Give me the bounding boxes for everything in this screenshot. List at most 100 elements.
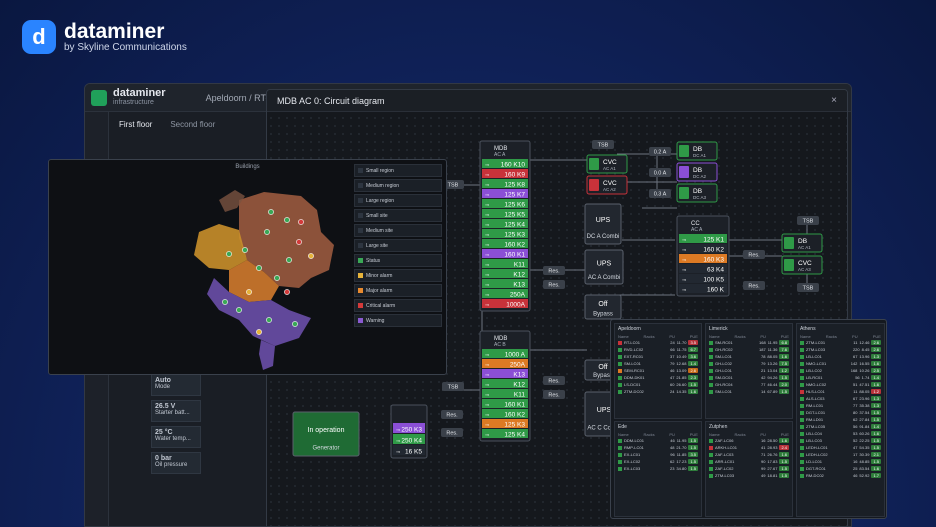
table-row[interactable]: GH-RC02 187 11.36 7.6 bbox=[706, 346, 792, 353]
site-pin[interactable] bbox=[284, 289, 290, 295]
site-pin[interactable] bbox=[226, 251, 232, 257]
site-pin[interactable] bbox=[266, 317, 272, 323]
table-row[interactable]: ZTM-LC05 56 91.84 1.4 bbox=[797, 423, 884, 430]
legend-item[interactable]: Medium site bbox=[354, 224, 442, 237]
legend-item[interactable]: Major alarm bbox=[354, 284, 442, 297]
site-pin[interactable] bbox=[256, 329, 262, 335]
site-pin[interactable] bbox=[242, 247, 248, 253]
table-row[interactable]: ZTM-LC03 220 8.45 2.6 bbox=[797, 346, 884, 353]
site-pin[interactable] bbox=[246, 289, 252, 295]
tsb-tag-2[interactable]: TSB bbox=[592, 140, 614, 149]
tab-second-floor[interactable]: Second floor bbox=[170, 120, 215, 129]
amp-label-1[interactable]: 0.2 A bbox=[649, 147, 671, 156]
table-row[interactable]: ZTM-DC02 24 14.35 1.6 bbox=[615, 388, 701, 395]
table-row[interactable]: SM-LC01 78 88.05 1.6 bbox=[706, 353, 792, 360]
site-pin[interactable] bbox=[298, 219, 304, 225]
cvc-ac-a1-node[interactable]: CVCAC A1 bbox=[586, 154, 628, 174]
db-dc-a1-node[interactable]: DBDC A1 bbox=[676, 141, 718, 161]
table-row[interactable]: LB-LC02 168 10.26 2.5 bbox=[797, 367, 884, 374]
netherlands-map[interactable] bbox=[49, 160, 349, 375]
table-row[interactable]: RM-DC02 46 52.92 1.7 bbox=[797, 472, 884, 479]
table-row[interactable]: SM-LC01 14 67.89 1.5 bbox=[706, 388, 792, 395]
site-pin[interactable] bbox=[268, 209, 274, 215]
res-tag-8[interactable]: Res. bbox=[441, 428, 463, 437]
table-row[interactable]: EX-LC02 62 17.23 1.5 bbox=[615, 458, 701, 465]
site-pin[interactable] bbox=[264, 229, 270, 235]
table-row[interactable]: LEDH-LC02 17 30.39 2.1 bbox=[797, 451, 884, 458]
mdb-ac-b-panel[interactable]: MDBAC B1000 A⊸250A⊸K13⊸K12⊸K11⊸160 K1⊸16… bbox=[479, 330, 531, 442]
cvc-ac-a3-node[interactable]: CVCAC A3 bbox=[781, 255, 823, 275]
table-row[interactable]: DGT-RC01 25 83.54 1.6 bbox=[797, 465, 884, 472]
tab-first-floor[interactable]: First floor bbox=[119, 120, 152, 129]
table-row[interactable]: SM-LC01 79 12.68 1.4 bbox=[615, 360, 701, 367]
legend-item[interactable]: Large region bbox=[354, 194, 442, 207]
mdb-ac-a-panel[interactable]: MDBAC A160 K10⊸160 K9⊸125 K8⊸125 K7⊸125 … bbox=[479, 140, 531, 312]
table-row[interactable]: DDM-LC01 46 11.95 1.5 bbox=[615, 437, 701, 444]
table-row[interactable]: RVD-LC02 66 11.75 6.7 bbox=[615, 346, 701, 353]
legend-item[interactable]: Minor alarm bbox=[354, 269, 442, 282]
table-row[interactable]: RT-LC01 24 11.70 3.5 bbox=[615, 339, 701, 346]
site-pin[interactable] bbox=[292, 321, 298, 327]
amp-label-3[interactable]: 0.3 A bbox=[649, 189, 671, 198]
db-dc-a2-node[interactable]: DBDC A2 bbox=[676, 162, 718, 182]
table-row[interactable]: HLS-LC01 11 88.05 1.2 bbox=[797, 388, 884, 395]
table-row[interactable]: RM-LD01 62 27.84 1.5 bbox=[797, 416, 884, 423]
legend-item[interactable]: Medium region bbox=[354, 179, 442, 192]
amp-label-2[interactable]: 0.0 A bbox=[649, 168, 671, 177]
site-pin[interactable] bbox=[284, 217, 290, 223]
region-west[interactable] bbox=[194, 224, 247, 270]
bypass-switch-1[interactable]: Off Bypass bbox=[584, 294, 622, 320]
site-pin[interactable] bbox=[222, 299, 228, 305]
table-row[interactable]: RM-LC01 77 35.38 1.3 bbox=[797, 402, 884, 409]
table-row[interactable]: DGT-LC01 80 37.54 1.5 bbox=[797, 409, 884, 416]
table-row[interactable]: ZAF-LC06 16 28.50 1.6 bbox=[706, 437, 792, 444]
table-row[interactable]: ZAF-LC02 99 27.67 1.5 bbox=[706, 465, 792, 472]
table-row[interactable]: EX-LC03 23 34.80 1.5 bbox=[615, 465, 701, 472]
res-tag-1[interactable]: Res. bbox=[543, 266, 565, 275]
table-row[interactable]: NMO-LC01 142 16.55 1.6 bbox=[797, 360, 884, 367]
legend-item[interactable]: Small site bbox=[354, 209, 442, 222]
site-pin[interactable] bbox=[256, 265, 262, 271]
ups-dc-a-combi[interactable]: UPS DC A Combi bbox=[584, 203, 622, 245]
site-pin[interactable] bbox=[236, 307, 242, 313]
table-row[interactable]: ZTM-LC03 49 18.81 1.5 bbox=[706, 472, 792, 479]
legend-item[interactable]: Small region bbox=[354, 164, 442, 177]
res-tag-6[interactable]: Res. bbox=[543, 390, 565, 399]
table-row[interactable]: LS-DC01 60 26.60 1.5 bbox=[615, 381, 701, 388]
legend-item[interactable]: Large site bbox=[354, 239, 442, 252]
res-tag-2[interactable]: Res. bbox=[543, 280, 565, 289]
table-row[interactable]: ALS-LC03 67 23.96 1.3 bbox=[797, 395, 884, 402]
db-ac-a1-node[interactable]: DBAC A1 bbox=[781, 233, 823, 253]
table-row[interactable]: ARKH-LC01 41 28.93 2.4 bbox=[706, 444, 792, 451]
table-row[interactable]: GH-RC04 77 46.44 2.0 bbox=[706, 381, 792, 388]
ups-ac-a-combi[interactable]: UPS AC A Combi bbox=[584, 249, 624, 285]
legend-item[interactable]: Status bbox=[354, 254, 442, 267]
table-row[interactable]: LEDH-LC01 47 54.35 1.5 bbox=[797, 444, 884, 451]
table-row[interactable]: SM-RC01 168 11.95 6.8 bbox=[706, 339, 792, 346]
tsb-tag-5[interactable]: TSB bbox=[442, 382, 464, 391]
res-tag-3[interactable]: Res. bbox=[743, 250, 765, 259]
table-row[interactable]: GH-LC01 21 13.04 1.2 bbox=[706, 367, 792, 374]
table-row[interactable]: ZAF-LC03 71 26.76 1.6 bbox=[706, 451, 792, 458]
res-tag-7[interactable]: Res. bbox=[441, 410, 463, 419]
table-row[interactable]: ARR-LC01 90 17.83 1.5 bbox=[706, 458, 792, 465]
table-row[interactable]: EX-LC01 96 11.85 3.5 bbox=[615, 451, 701, 458]
tsb-tag-3[interactable]: TSB bbox=[797, 216, 819, 225]
generator-breaker-panel[interactable]: 250 K3⊸250 K4⊸16 K5⊸ bbox=[390, 404, 428, 459]
table-row[interactable]: ZTM-LC01 11 12.46 2.6 bbox=[797, 339, 884, 346]
tsb-tag-4[interactable]: TSB bbox=[797, 283, 819, 292]
site-pin[interactable] bbox=[274, 275, 280, 281]
site-pin[interactable] bbox=[286, 257, 292, 263]
cc-ac-a-panel[interactable]: CCAC A125 K1⊸160 K2⊸160 K3⊸63 K4⊸100 K5⊸… bbox=[676, 215, 730, 297]
res-tag-4[interactable]: Res. bbox=[743, 281, 765, 290]
legend-item[interactable]: Critical alarm bbox=[354, 299, 442, 312]
table-row[interactable]: SM-DC01 42 94.26 1.5 bbox=[706, 374, 792, 381]
cvc-ac-a2-node[interactable]: CVCAC A2 bbox=[586, 175, 628, 195]
table-row[interactable]: LB-LC04 53 60.26 1.6 bbox=[797, 430, 884, 437]
table-row[interactable]: LB-LC03 52 22.25 1.5 bbox=[797, 437, 884, 444]
table-row[interactable]: DDM-DK01 47 21.85 2.3 bbox=[615, 374, 701, 381]
table-row[interactable]: LB-RC01 56 1.74 1.4 bbox=[797, 374, 884, 381]
res-tag-5[interactable]: Res. bbox=[543, 376, 565, 385]
table-row[interactable]: GH-LC02 79 13.26 7.5 bbox=[706, 360, 792, 367]
site-pin[interactable] bbox=[308, 253, 314, 259]
